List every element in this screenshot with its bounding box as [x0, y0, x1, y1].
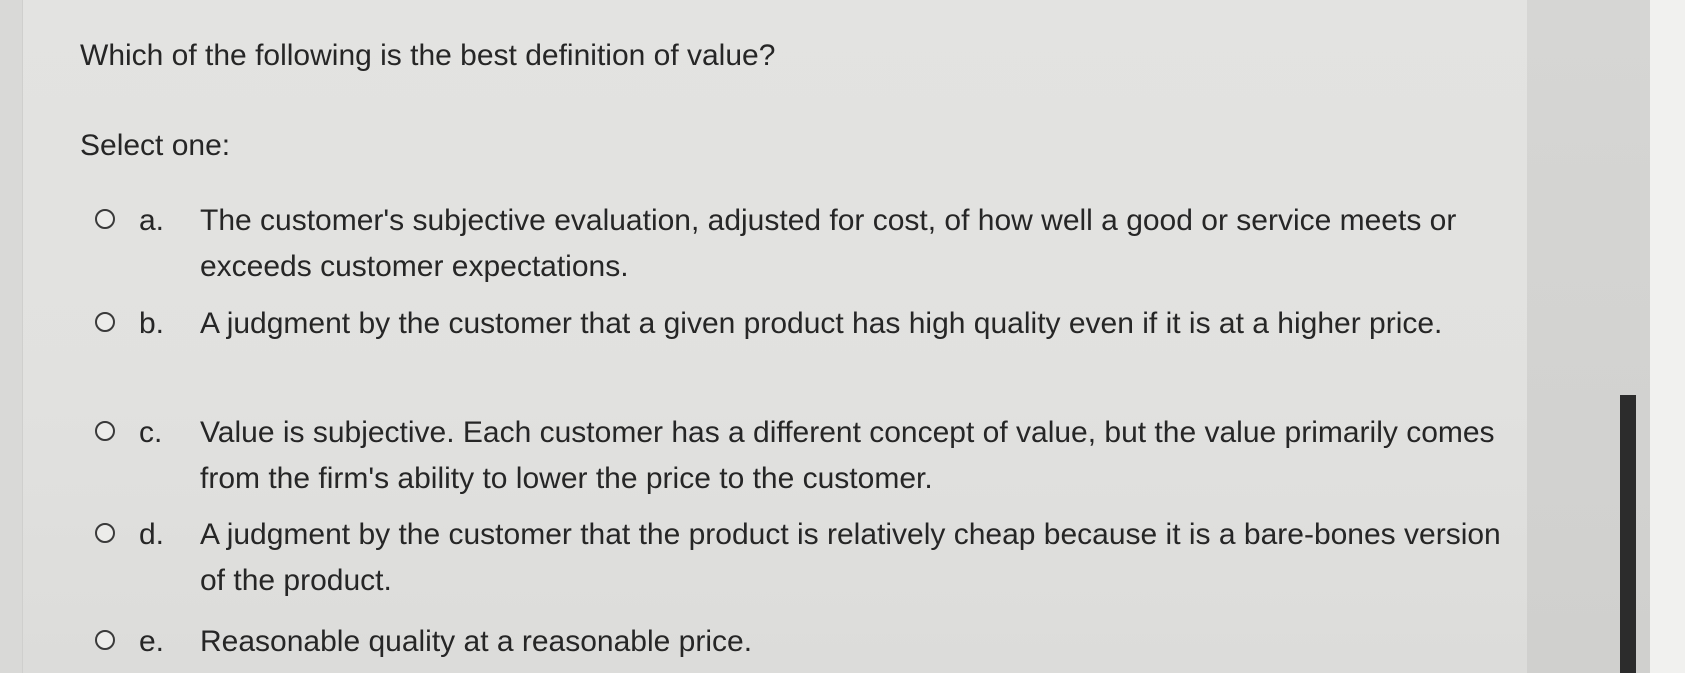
answer-options: a. The customer's subjective evaluation,… [0, 0, 1685, 673]
radio-unselected-icon[interactable] [95, 421, 115, 441]
answer-letter: b. [139, 307, 165, 340]
answer-letter: a. [139, 204, 165, 237]
answer-letter: d. [139, 518, 165, 551]
answer-text[interactable]: Value is subjective. Each customer has a… [200, 410, 1520, 502]
answer-text[interactable]: The customer's subjective evaluation, ad… [200, 198, 1520, 290]
answer-option-d[interactable]: d. A judgment by the customer that the p… [95, 512, 1515, 604]
radio-unselected-icon[interactable] [95, 209, 115, 229]
answer-text[interactable]: Reasonable quality at a reasonable price… [200, 619, 1520, 665]
radio-unselected-icon[interactable] [95, 312, 115, 332]
radio-unselected-icon[interactable] [95, 523, 115, 543]
answer-option-c[interactable]: c. Value is subjective. Each customer ha… [95, 410, 1515, 502]
scrollbar-thumb[interactable] [1620, 395, 1636, 673]
answer-option-a[interactable]: a. The customer's subjective evaluation,… [95, 198, 1515, 290]
radio-unselected-icon[interactable] [95, 630, 115, 650]
scrollbar-track[interactable] [1650, 0, 1685, 673]
answer-option-e[interactable]: e. Reasonable quality at a reasonable pr… [95, 619, 1515, 665]
answer-text[interactable]: A judgment by the customer that a given … [200, 301, 1520, 347]
answer-option-b[interactable]: b. A judgment by the customer that a giv… [95, 301, 1515, 393]
answer-text[interactable]: A judgment by the customer that the prod… [200, 512, 1520, 604]
answer-letter: c. [139, 416, 163, 449]
quiz-page: Which of the following is the best defin… [0, 0, 1685, 673]
answer-letter: e. [139, 625, 165, 658]
